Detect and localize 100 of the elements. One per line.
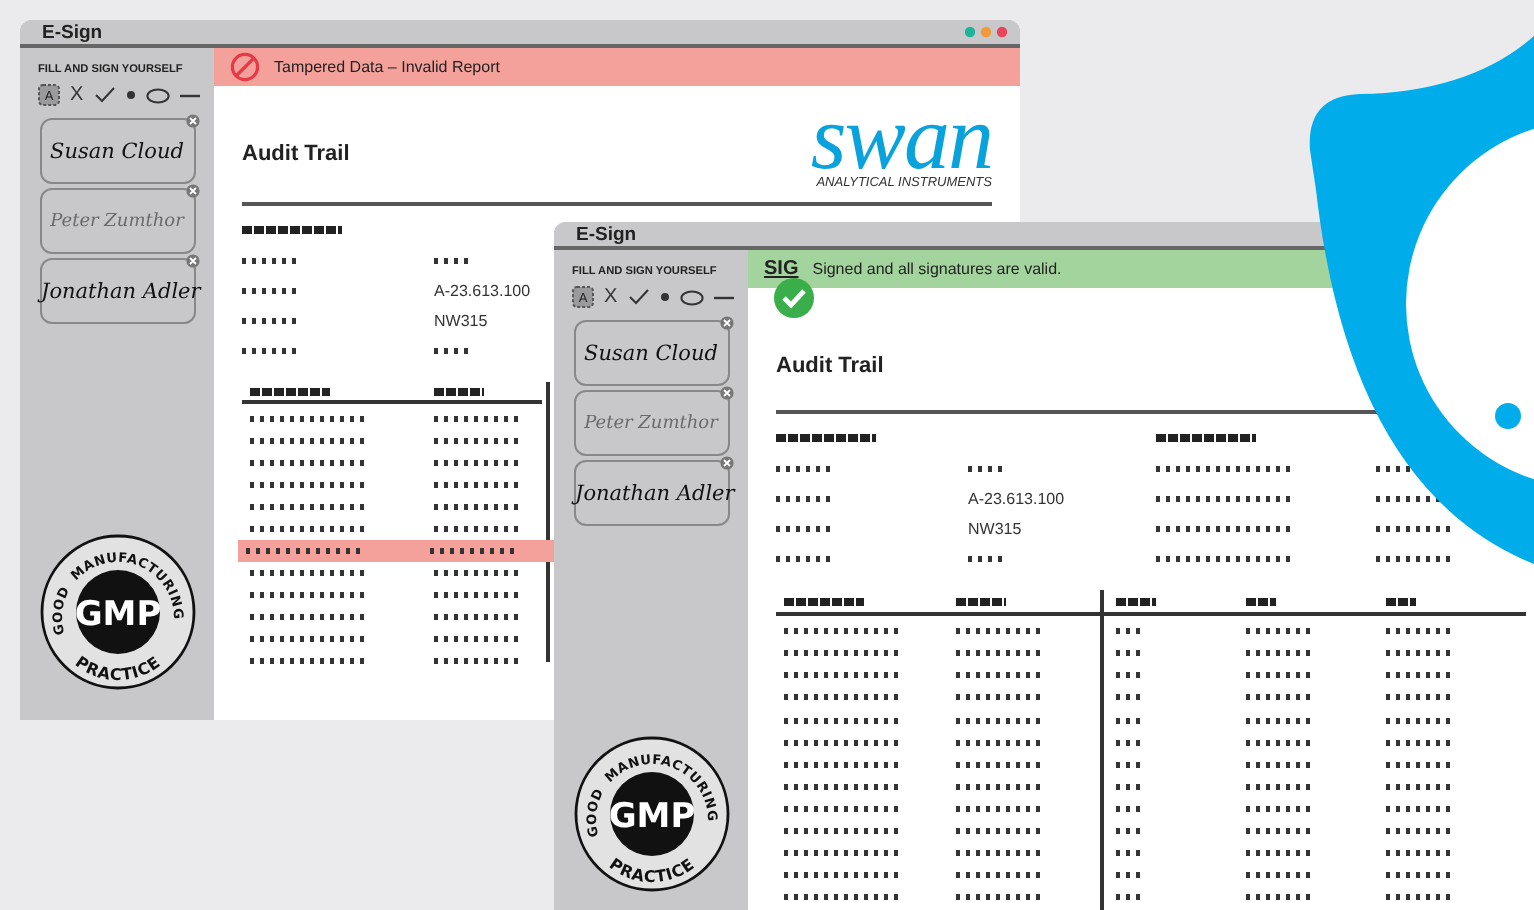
illegible-text-drawing	[250, 614, 370, 620]
illegible-text-drawing	[242, 287, 302, 293]
illegible-text-drawing	[434, 570, 524, 576]
close-icon[interactable]	[185, 184, 199, 198]
illegible-text-drawing	[1156, 495, 1296, 501]
illegible-text-drawing	[434, 257, 474, 263]
illegible-text-drawing	[1246, 894, 1316, 901]
illegible-text-drawing	[250, 526, 370, 532]
illegible-text-drawing	[250, 416, 370, 422]
illegible-text-drawing	[250, 460, 370, 466]
illegible-text-drawing	[1116, 850, 1146, 857]
check-tool-icon[interactable]	[93, 86, 116, 104]
illegible-text-drawing	[1246, 872, 1316, 879]
ellipse-tool-icon[interactable]	[145, 87, 170, 103]
illegible-text-drawing	[956, 872, 1046, 879]
illegible-text-drawing	[434, 347, 474, 353]
illegible-text-drawing	[968, 465, 1008, 471]
illegible-text-drawing	[1156, 525, 1296, 531]
illegible-text-drawing	[434, 636, 524, 642]
illegible-text-drawing	[1246, 827, 1316, 834]
illegible-text-drawing	[434, 460, 524, 466]
dot-tool-icon[interactable]	[659, 292, 670, 302]
illegible-text-drawing	[1376, 525, 1456, 531]
illegible-text-drawing	[246, 548, 366, 554]
illegible-text-drawing	[1246, 850, 1316, 857]
illegible-text-drawing	[1116, 827, 1146, 834]
illegible-text-drawing	[250, 592, 370, 598]
illegible-text-drawing	[784, 672, 904, 679]
illegible-text-drawing	[956, 717, 1046, 724]
illegible-text-drawing	[1246, 597, 1276, 606]
illegible-text-drawing	[776, 465, 836, 471]
illegible-text-drawing	[784, 783, 904, 790]
illegible-text-drawing	[1116, 805, 1146, 812]
illegible-text-drawing	[1386, 694, 1456, 701]
illegible-text-drawing	[434, 438, 524, 444]
illegible-text-drawing	[434, 614, 524, 620]
illegible-text-drawing	[776, 525, 836, 531]
illegible-text-drawing	[956, 628, 1046, 635]
illegible-text-drawing	[968, 555, 1008, 561]
illegible-text-drawing	[1116, 628, 1146, 635]
illegible-text-drawing	[1386, 894, 1456, 901]
illegible-text-drawing	[784, 827, 904, 834]
illegible-text-drawing	[1116, 872, 1146, 879]
illegible-text-drawing	[784, 597, 864, 606]
line-tool-icon[interactable]	[713, 295, 734, 299]
check-tool-icon[interactable]	[627, 288, 650, 306]
ellipse-tool-icon[interactable]	[679, 289, 704, 305]
illegible-text-drawing	[776, 434, 876, 442]
report-title: Audit Trail	[242, 142, 350, 166]
illegible-text-drawing	[784, 717, 904, 724]
field-value: NW315	[434, 311, 488, 329]
illegible-text-drawing	[784, 628, 904, 635]
illegible-text-drawing	[784, 805, 904, 812]
illegible-text-drawing	[1116, 717, 1146, 724]
illegible-text-drawing	[1156, 465, 1296, 471]
signature-button[interactable]: Susan Cloud	[573, 320, 729, 386]
illegible-text-drawing	[434, 658, 524, 664]
illegible-text-drawing	[1386, 717, 1456, 724]
seal-text: PRACTICE	[605, 854, 697, 887]
illegible-text-drawing	[434, 592, 524, 598]
illegible-text-drawing	[784, 894, 904, 901]
signature-button[interactable]: Susan Cloud	[39, 118, 195, 184]
dot-tool-icon[interactable]	[125, 90, 136, 100]
illegible-text-drawing	[430, 548, 520, 554]
cross-tool[interactable]: X	[604, 287, 618, 307]
illegible-text-drawing	[1386, 783, 1456, 790]
illegible-text-drawing	[1116, 894, 1146, 901]
illegible-text-drawing	[1246, 783, 1316, 790]
illegible-text-drawing	[1386, 827, 1456, 834]
line-tool-icon[interactable]	[179, 93, 200, 97]
illegible-text-drawing	[1116, 597, 1156, 606]
illegible-text-drawing	[956, 805, 1046, 812]
illegible-text-drawing	[956, 894, 1046, 901]
close-icon[interactable]	[719, 316, 733, 330]
illegible-text-drawing	[956, 597, 1006, 606]
illegible-text-drawing	[956, 672, 1046, 679]
illegible-text-drawing	[250, 658, 370, 664]
illegible-text-drawing	[784, 872, 904, 879]
close-icon[interactable]	[185, 254, 199, 268]
illegible-text-drawing	[1386, 739, 1456, 746]
illegible-text-drawing	[784, 761, 904, 768]
illegible-text-drawing	[434, 416, 524, 422]
close-icon[interactable]	[719, 456, 733, 470]
illegible-text-drawing	[1246, 628, 1316, 635]
cross-tool[interactable]: X	[70, 85, 84, 105]
illegible-text-drawing	[1386, 805, 1456, 812]
illegible-text-drawing	[1246, 694, 1316, 701]
close-icon[interactable]	[719, 386, 733, 400]
illegible-text-drawing	[1246, 739, 1316, 746]
illegible-text-drawing	[784, 739, 904, 746]
field-value: A-23.613.100	[434, 281, 531, 299]
illegible-text-drawing	[242, 226, 342, 234]
illegible-text-drawing	[250, 482, 370, 488]
illegible-text-drawing	[1116, 739, 1146, 746]
illegible-text-drawing	[434, 504, 524, 510]
illegible-text-drawing	[242, 317, 302, 323]
illegible-text-drawing	[434, 482, 524, 488]
signature-label: SIG	[764, 258, 799, 280]
illegible-text-drawing	[956, 739, 1046, 746]
close-icon[interactable]	[185, 114, 199, 128]
